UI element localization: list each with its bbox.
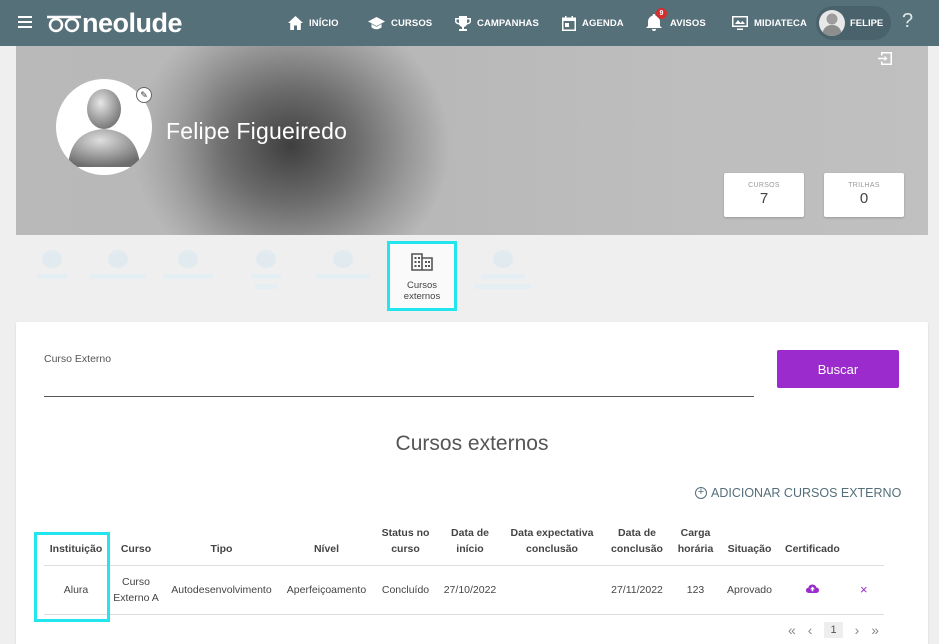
graduation-cap-icon: [368, 16, 385, 29]
cell-data-conclusao: 27/11/2022: [601, 565, 673, 615]
nav-agenda[interactable]: AGENDA: [562, 0, 646, 46]
tab-2[interactable]: [88, 250, 148, 279]
first-page-button[interactable]: «: [788, 622, 796, 638]
delete-icon[interactable]: ×: [860, 582, 868, 597]
col-certificado: Certificado: [781, 525, 844, 566]
tab-cursos-externos[interactable]: Cursos externos: [387, 241, 457, 311]
nav-campanhas[interactable]: CAMPANHAS: [455, 0, 562, 46]
tab-5[interactable]: [314, 250, 372, 279]
cell-actions: ×: [843, 565, 884, 615]
next-page-button[interactable]: ›: [855, 622, 860, 638]
col-tipo: Tipo: [164, 525, 279, 566]
col-data-inicio: Data de início: [437, 525, 503, 566]
pagination: « ‹ 1 › »: [788, 622, 891, 638]
prev-page-button[interactable]: ‹: [808, 622, 813, 638]
last-page-button[interactable]: »: [871, 622, 879, 638]
nav-cursos[interactable]: CURSOS: [368, 0, 455, 46]
cell-nivel: Aperfeiçoamento: [279, 565, 374, 615]
tab-5-icon: [333, 250, 353, 268]
tab-7-icon: [493, 250, 513, 268]
current-page[interactable]: 1: [824, 622, 843, 638]
add-external-course-button[interactable]: + ADICIONAR CURSOS EXTERNO: [695, 486, 901, 500]
user-menu[interactable]: FELIPE: [816, 6, 891, 40]
search-field-label: Curso Externo: [44, 353, 112, 365]
col-nivel: Nível: [279, 525, 374, 566]
main-nav: INÍCIO CURSOS CAMPANHAS AGENDA 9 AVISOS …: [288, 0, 822, 46]
calendar-icon: [562, 15, 576, 31]
external-courses-panel: Curso Externo Buscar Cursos externos + A…: [16, 322, 928, 644]
nav-inicio[interactable]: INÍCIO: [288, 0, 368, 46]
col-status: Status no curso: [374, 525, 437, 566]
tab-1[interactable]: [33, 250, 71, 279]
edit-avatar-icon[interactable]: ✎: [136, 87, 152, 103]
tab-1-icon: [42, 250, 62, 268]
stat-card-trilhas: TRILHAS 0: [824, 173, 904, 217]
table-row: Alura Curso Externo A Autodesenvolvimento…: [44, 565, 884, 615]
col-carga-horaria: Carga horária: [673, 525, 718, 566]
home-icon: [288, 16, 303, 30]
cell-certificado: [781, 565, 844, 615]
help-icon[interactable]: ?: [902, 10, 913, 33]
cloud-upload-icon[interactable]: [805, 584, 819, 593]
tab-4[interactable]: [244, 250, 288, 289]
cell-tipo: Autodesenvolvimento: [164, 565, 279, 615]
table-header-row: Instituição Curso Tipo Nível Status no cu…: [44, 525, 884, 566]
col-data-expectativa: Data expectativa conclusão: [503, 525, 601, 566]
tab-7[interactable]: [472, 250, 534, 289]
section-title: Cursos externos: [395, 432, 549, 455]
cell-data-expectativa: [503, 565, 601, 615]
building-icon: [411, 253, 433, 271]
logo-glasses-icon: [47, 15, 81, 33]
highlight-instituicao-column: [34, 532, 110, 622]
brand-logo[interactable]: neolude: [46, 7, 183, 38]
tab-3[interactable]: [162, 250, 214, 279]
brand-name: neolude: [82, 7, 183, 38]
tab-2-icon: [108, 250, 128, 268]
notification-count-badge: 9: [656, 8, 667, 19]
cell-situacao: Aprovado: [718, 565, 781, 615]
col-data-conclusao: Data de conclusão: [601, 525, 673, 566]
add-circle-icon: +: [695, 487, 707, 499]
logout-icon[interactable]: [878, 52, 892, 65]
col-curso: Curso: [108, 525, 164, 566]
cell-carga-horaria: 123: [673, 565, 718, 615]
search-button[interactable]: Buscar: [777, 350, 899, 388]
tab-3-icon: [178, 250, 198, 268]
nav-midiateca[interactable]: MIDIATECA: [732, 0, 822, 46]
profile-banner: ✎ Felipe Figueiredo CURSOS 7 TRILHAS 0: [16, 46, 928, 235]
tab-4-icon: [256, 250, 276, 268]
trophy-icon: [455, 15, 471, 31]
top-navigation-bar: neolude INÍCIO CURSOS CAMPANHAS AGENDA 9…: [0, 0, 939, 46]
external-courses-table: Instituição Curso Tipo Nível Status no cu…: [44, 525, 884, 615]
stat-card-cursos: CURSOS 7: [724, 173, 804, 217]
profile-name: Felipe Figueiredo: [166, 118, 348, 144]
col-actions: [843, 525, 884, 566]
avatar: [819, 10, 845, 36]
nav-avisos[interactable]: 9 AVISOS: [646, 0, 732, 46]
cell-data-inicio: 27/10/2022: [437, 565, 503, 615]
cell-status: Concluído: [374, 565, 437, 615]
media-library-icon: [732, 16, 748, 30]
cell-curso: Curso Externo A: [108, 565, 164, 615]
search-input[interactable]: [44, 396, 754, 397]
bell-icon: 9: [646, 8, 667, 32]
menu-icon[interactable]: [18, 16, 32, 28]
col-situacao: Situação: [718, 525, 781, 566]
